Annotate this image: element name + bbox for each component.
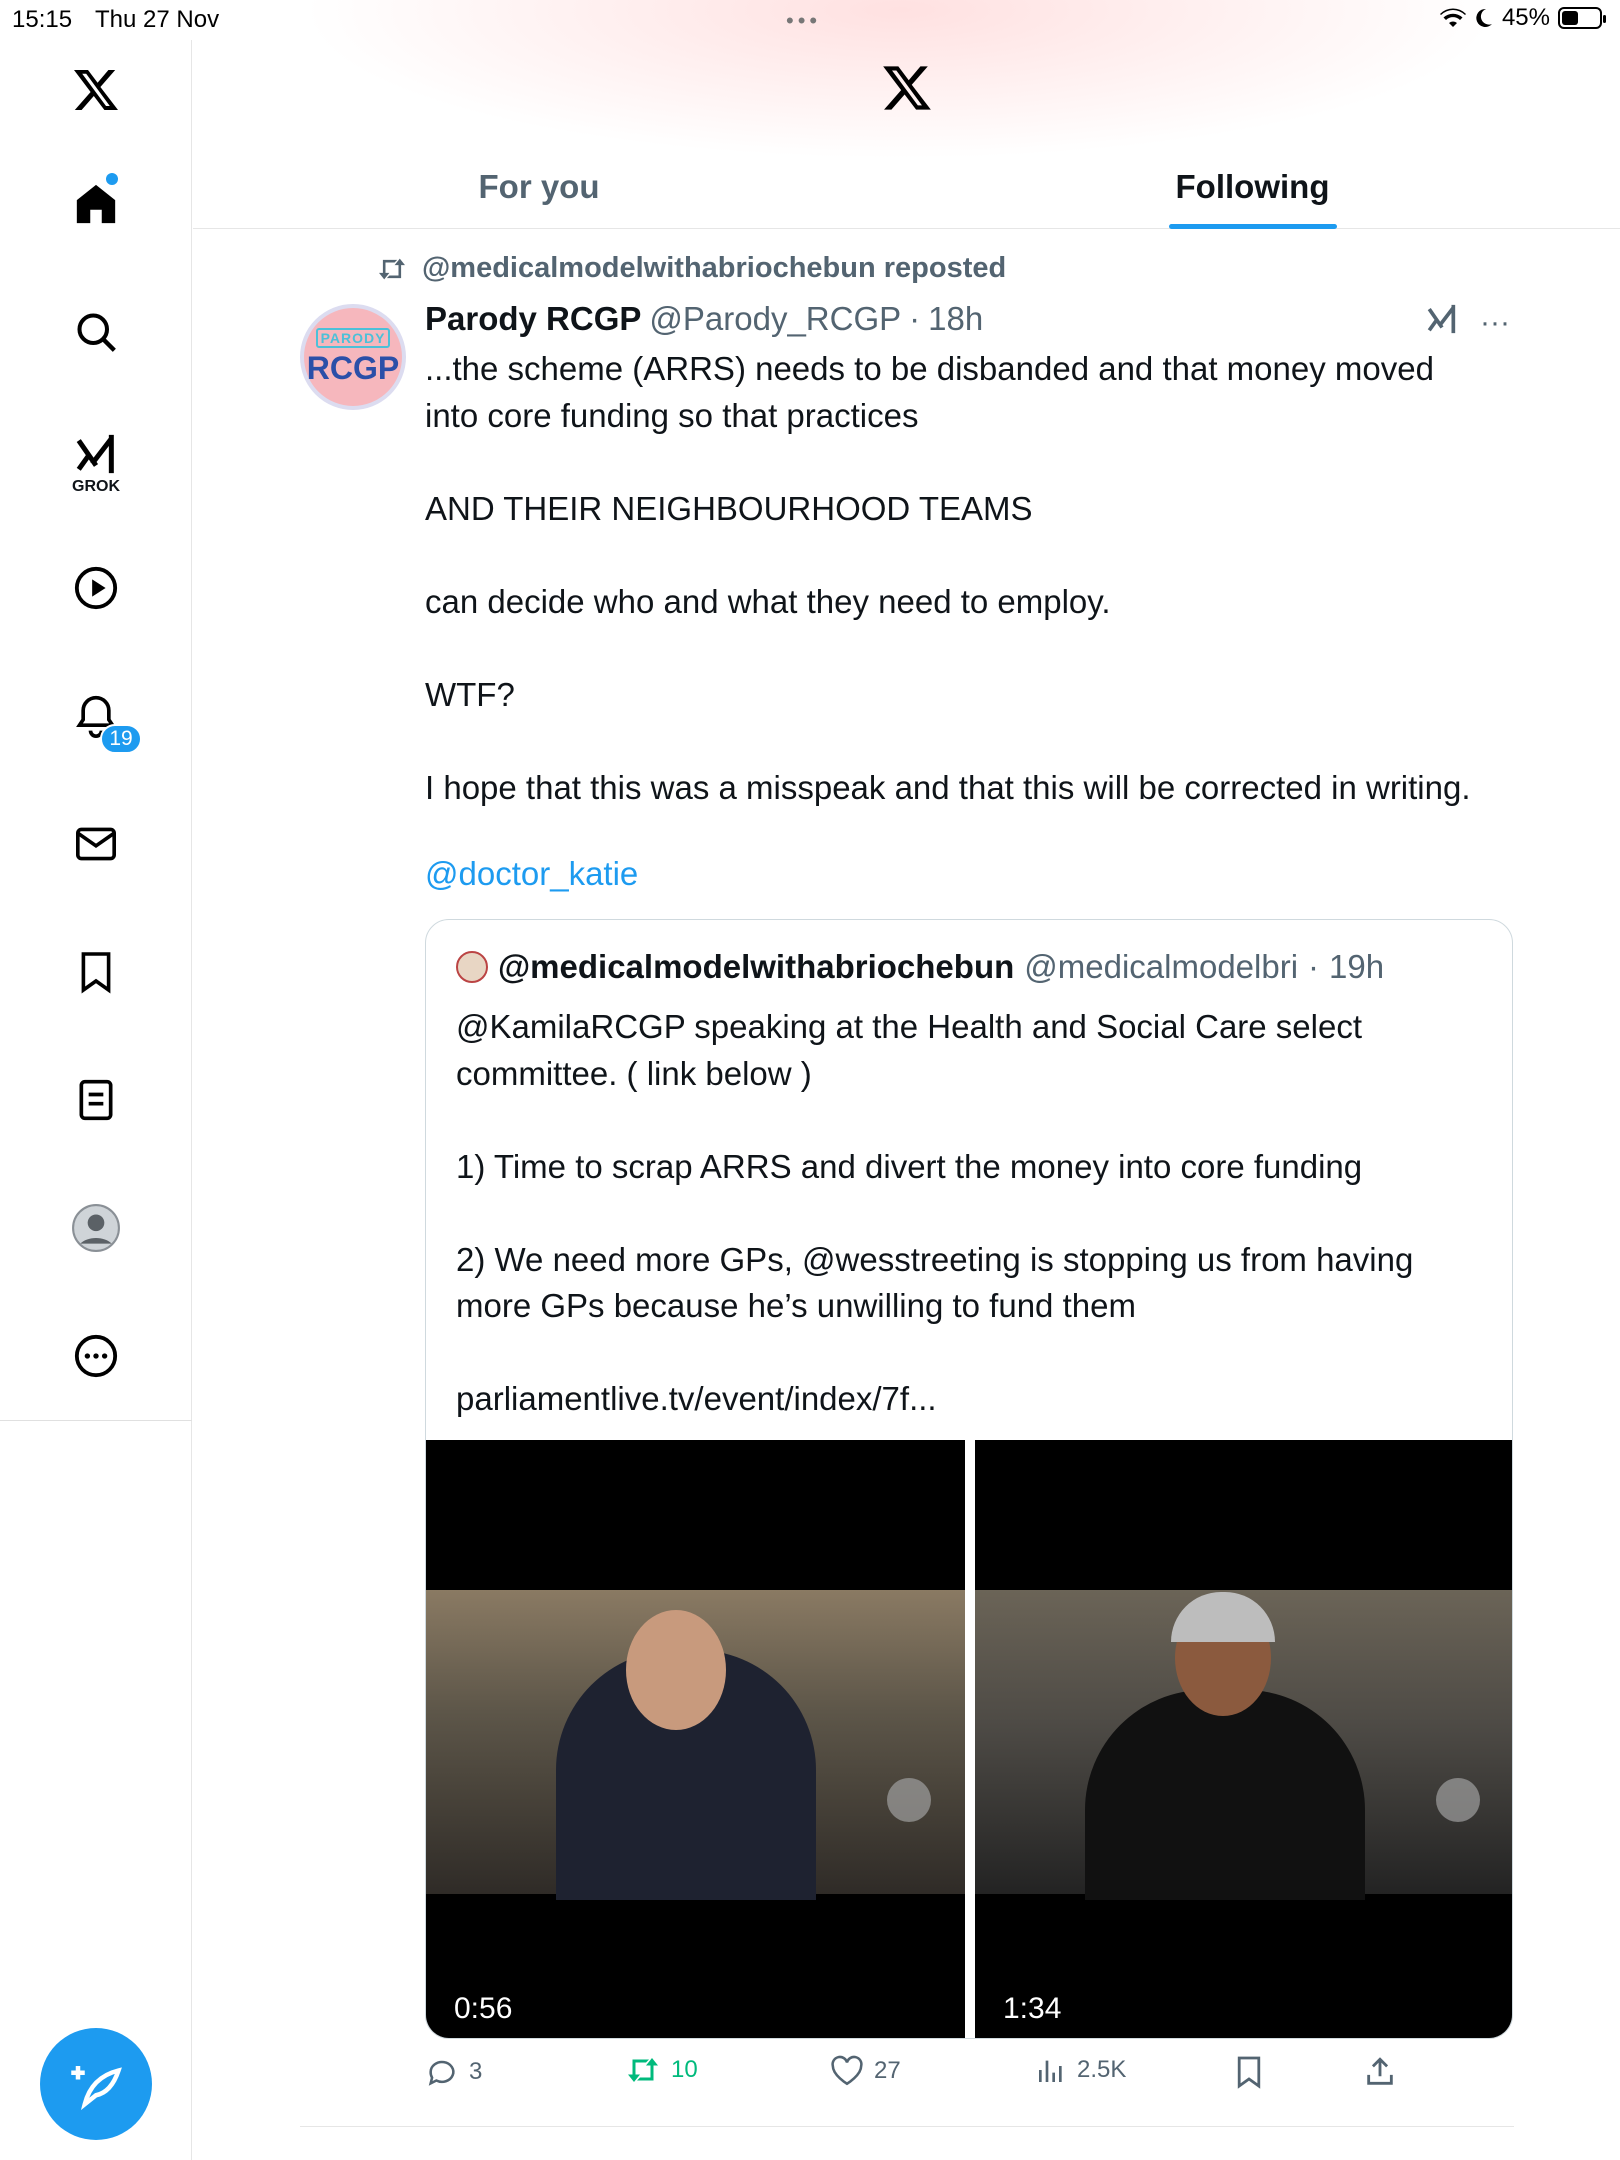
tweet-text: ...the scheme (ARRS) needs to be disband… — [425, 350, 1471, 806]
status-date: Thu 27 Nov — [95, 6, 220, 33]
tab-for-you-label: For you — [478, 168, 600, 205]
play-icon[interactable] — [66, 558, 126, 618]
status-bar: 15:15 Thu 27 Nov ••• 45% — [0, 0, 1620, 40]
repost-action-icon — [628, 2058, 658, 2082]
quote-media: 0:56 1:34 — [426, 1440, 1512, 2038]
quote-meta-separator: · — [1308, 948, 1320, 985]
active-tab-indicator — [1168, 224, 1337, 229]
like-button[interactable]: 27 — [830, 2055, 901, 2087]
grok-explain-icon[interactable] — [1424, 302, 1460, 341]
header-x-logo-icon[interactable] — [880, 62, 934, 119]
views-icon — [1039, 2060, 1062, 2082]
quote-author-handle: @medicalmodelbri — [1024, 948, 1299, 985]
avatar-rcgp-text: RCGP — [306, 349, 400, 386]
sidebar-divider — [0, 1420, 192, 1421]
compose-icon — [71, 2066, 122, 2111]
grok-label: GROK — [72, 478, 120, 495]
home-unread-dot — [106, 173, 118, 185]
tweet-time[interactable]: 18h — [928, 300, 983, 338]
grok-icon[interactable] — [66, 424, 126, 484]
mention-link[interactable]: @doctor_katie — [425, 855, 638, 893]
reply-count: 3 — [469, 2058, 483, 2085]
share-icon — [1367, 2057, 1393, 2085]
reply-icon — [428, 2060, 455, 2086]
timeline-tabs: For you Following — [193, 145, 1620, 229]
wifi-icon — [1439, 8, 1466, 27]
profile-icon[interactable] — [66, 1198, 126, 1258]
like-count: 27 — [874, 2057, 901, 2084]
battery-percent: 45% — [1501, 4, 1550, 31]
video-person-2 — [1085, 1690, 1365, 1900]
search-icon[interactable] — [66, 302, 126, 362]
quote-author-name: @medicalmodelwithabriochebun — [498, 948, 1015, 985]
author-name[interactable]: Parody RCGP — [425, 300, 641, 338]
bookmark-action-icon — [1237, 2056, 1261, 2089]
video-control-2[interactable] — [1436, 1778, 1480, 1822]
repost-count: 10 — [671, 2056, 698, 2083]
views-button[interactable]: 2.5K — [1035, 2055, 1126, 2085]
compose-button[interactable] — [40, 2028, 152, 2140]
x-logo-icon[interactable] — [66, 60, 126, 120]
status-right: 45% — [1439, 4, 1606, 32]
video-frame-2 — [975, 1590, 1512, 1900]
video-person-2-hair — [1171, 1592, 1275, 1642]
tab-following[interactable]: Following — [885, 145, 1620, 229]
sidebar: GROK 19 — [0, 40, 192, 2160]
tweet-author-line: Parody RCGP @Parody_RCGP · 18h — [425, 300, 983, 338]
quoted-tweet[interactable]: @medicalmodelwithabriochebun @medicalmod… — [425, 919, 1513, 2039]
mail-icon[interactable] — [66, 814, 126, 874]
bookmark-icon[interactable] — [66, 942, 126, 1002]
repost-text: @medicalmodelwithabriochebun reposted — [422, 252, 1007, 284]
video-frame-1 — [426, 1590, 965, 1900]
repost-icon — [379, 258, 405, 279]
status-time: 15:15 — [12, 6, 73, 33]
video-duration-2: 1:34 — [1003, 1992, 1062, 2025]
notification-badge: 19 — [100, 724, 142, 754]
share-button[interactable] — [1363, 2055, 1397, 2089]
moon-icon — [1476, 8, 1492, 27]
video-thumbnail-2[interactable]: 1:34 — [975, 1440, 1512, 2038]
more-icon[interactable] — [66, 1326, 126, 1386]
repost-context[interactable]: @medicalmodelwithabriochebun reposted — [376, 252, 1006, 285]
author-handle[interactable]: @Parody_RCGP — [649, 300, 901, 338]
views-count: 2.5K — [1077, 2056, 1127, 2083]
repost-button[interactable]: 10 — [625, 2055, 698, 2085]
video-person-1-head — [626, 1610, 726, 1730]
tweet-more-icon[interactable]: ··· — [1480, 306, 1510, 340]
reply-button[interactable]: 3 — [425, 2055, 482, 2089]
quote-text: @KamilaRCGP speaking at the Health and S… — [456, 1008, 1414, 1417]
video-duration-1: 0:56 — [454, 1992, 513, 2025]
heart-icon — [831, 2055, 863, 2086]
avatar-parody-text: PARODY — [315, 327, 391, 348]
home-icon[interactable] — [66, 174, 126, 234]
quote-author-line: @medicalmodelwithabriochebun @medicalmod… — [456, 948, 1384, 986]
video-control-1[interactable] — [887, 1778, 931, 1822]
multitask-dots-icon[interactable]: ••• — [786, 8, 821, 34]
battery-icon — [1558, 7, 1606, 29]
bookmark-button[interactable] — [1235, 2055, 1263, 2089]
tab-for-you[interactable]: For you — [193, 145, 885, 229]
author-avatar[interactable]: PARODY RCGP — [300, 304, 406, 410]
tweet-divider — [300, 2126, 1514, 2127]
quote-avatar — [456, 951, 488, 983]
quote-time: 19h — [1329, 948, 1385, 985]
tab-following-label: Following — [1175, 168, 1330, 205]
video-thumbnail-1[interactable]: 0:56 — [426, 1440, 965, 2038]
list-icon[interactable] — [66, 1070, 126, 1130]
tweet-actions: 3 10 27 2.5K — [425, 2055, 1425, 2099]
meta-separator: · — [909, 300, 921, 337]
